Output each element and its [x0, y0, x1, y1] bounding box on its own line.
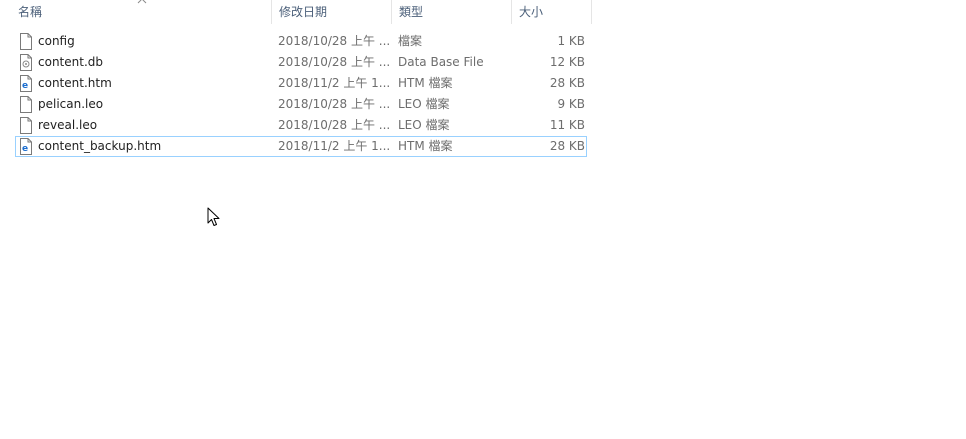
- file-type: LEO 檔案: [398, 118, 450, 132]
- file-date: 2018/10/28 上午 ...: [278, 118, 390, 132]
- mouse-pointer-icon: [207, 207, 220, 226]
- column-separator[interactable]: [591, 0, 592, 24]
- file-type: HTM 檔案: [398, 76, 453, 90]
- file-type: 檔案: [398, 34, 423, 48]
- file-row-reveal-leo[interactable]: reveal.leo 2018/10/28 上午 ... LEO 檔案 11 K…: [15, 115, 587, 136]
- file-row-content-backup-htm[interactable]: e content_backup.htm 2018/11/2 上午 1... H…: [15, 136, 587, 157]
- generic-file-icon: [20, 117, 32, 134]
- file-type: LEO 檔案: [398, 97, 450, 111]
- file-type: HTM 檔案: [398, 139, 453, 153]
- file-size: 11 KB: [549, 118, 585, 132]
- file-size: 1 KB: [557, 34, 585, 48]
- file-row-content-htm[interactable]: e content.htm 2018/11/2 上午 1... HTM 檔案 2…: [15, 73, 587, 94]
- file-name: content_backup.htm: [38, 139, 162, 153]
- file-row-pelican-leo[interactable]: pelican.leo 2018/10/28 上午 ... LEO 檔案 9 K…: [15, 94, 587, 115]
- html-file-icon: e: [20, 138, 32, 155]
- column-separator[interactable]: [511, 0, 512, 24]
- file-size: 28 KB: [549, 76, 585, 90]
- file-row-content-db[interactable]: content.db 2018/10/28 上午 ... Data Base F…: [15, 52, 587, 73]
- html-file-icon: e: [20, 75, 32, 92]
- file-date: 2018/10/28 上午 ...: [278, 97, 390, 111]
- file-name: pelican.leo: [38, 97, 104, 111]
- file-list-view: 名稱 修改日期 類型 大小 config 2018/10/28 上午 ... 檔…: [0, 0, 966, 439]
- file-name: content.htm: [38, 76, 112, 90]
- column-date-header[interactable]: 修改日期: [273, 0, 390, 24]
- file-date: 2018/11/2 上午 1...: [278, 76, 390, 90]
- file-size: 12 KB: [549, 55, 585, 69]
- file-name: config: [38, 34, 75, 48]
- column-header: 名稱 修改日期 類型 大小: [0, 0, 600, 24]
- column-separator[interactable]: [271, 0, 272, 24]
- file-row-config[interactable]: config 2018/10/28 上午 ... 檔案 1 KB: [15, 31, 587, 52]
- column-type-header[interactable]: 類型: [393, 0, 510, 24]
- file-date: 2018/11/2 上午 1...: [278, 139, 390, 153]
- file-size: 9 KB: [557, 97, 585, 111]
- database-file-icon: [20, 54, 32, 71]
- file-date: 2018/10/28 上午 ...: [278, 55, 390, 69]
- svg-text:e: e: [22, 144, 28, 154]
- column-separator[interactable]: [391, 0, 392, 24]
- file-name: reveal.leo: [38, 118, 98, 132]
- column-name-header[interactable]: 名稱: [12, 0, 270, 24]
- file-type: Data Base File: [398, 55, 484, 69]
- file-size: 28 KB: [549, 139, 585, 153]
- file-name: content.db: [38, 55, 103, 69]
- svg-text:e: e: [22, 81, 28, 91]
- column-size-header[interactable]: 大小: [513, 0, 591, 24]
- file-date: 2018/10/28 上午 ...: [278, 34, 390, 48]
- generic-file-icon: [20, 33, 32, 50]
- generic-file-icon: [20, 96, 32, 113]
